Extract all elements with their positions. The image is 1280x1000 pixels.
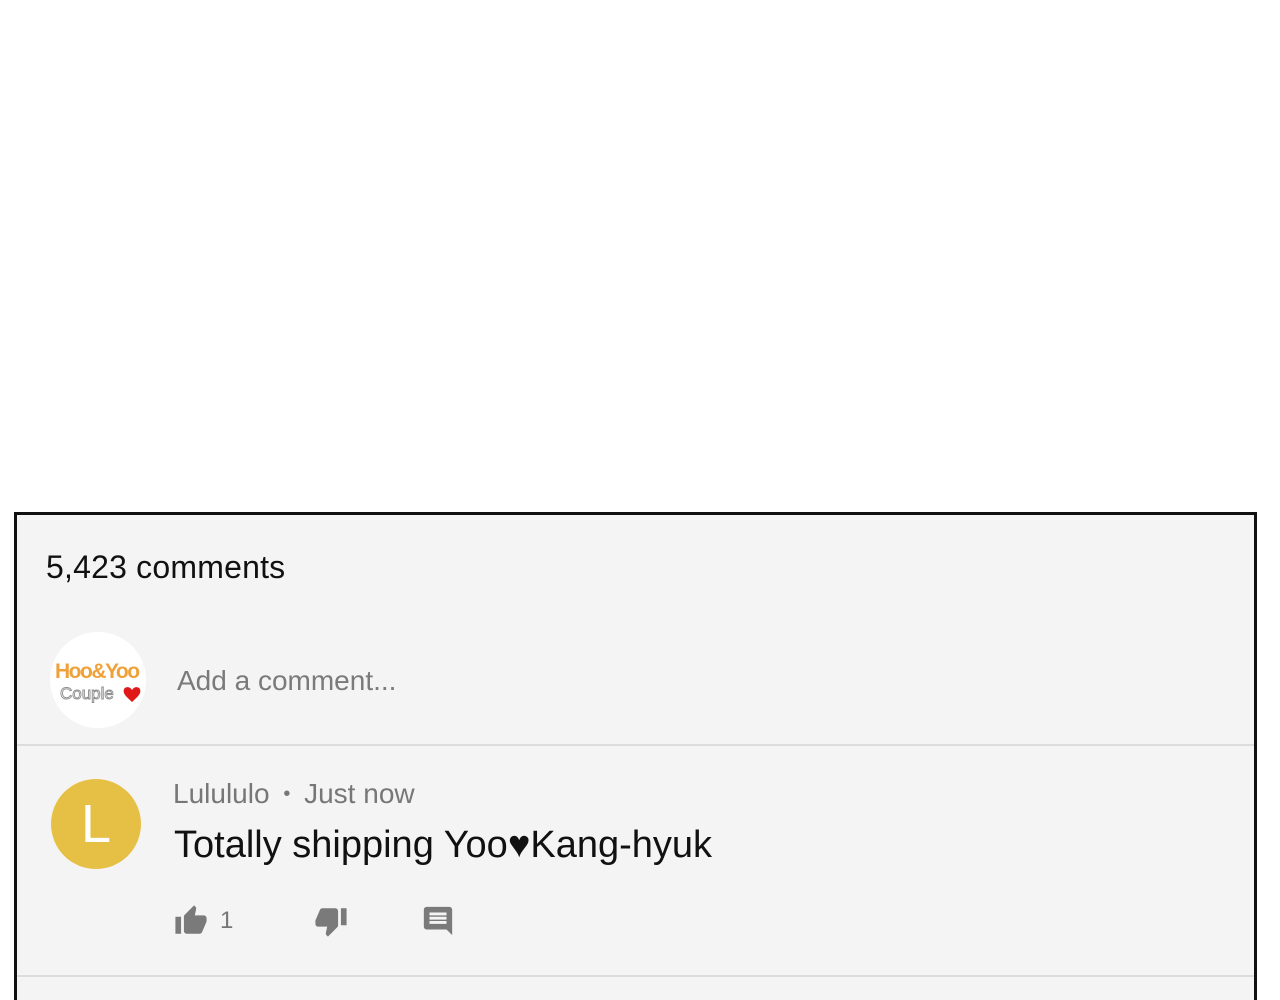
add-comment-input[interactable] [177,661,1077,701]
reply-button[interactable] [421,901,455,941]
comment-body: Totally shipping Yoo♥Kang-hyuk [174,824,713,866]
comment-meta: Lulululo • Just now [173,778,415,810]
comments-count: 5,423 comments [46,549,286,585]
thumbs-up-icon [175,905,207,934]
hoo-yoo-couple-logo-icon: Hoo&Yoo Couple [50,632,146,728]
meta-separator: • [283,783,291,805]
svg-text:Hoo&Yoo: Hoo&Yoo [55,660,139,683]
dislike-button[interactable] [314,901,348,941]
comments-panel: 5,423 comments Hoo&Yoo Couple L Lulululo… [14,512,1257,1000]
divider [17,975,1254,977]
comment-time: Just now [304,778,415,809]
logo-bottom-text: Couple [60,684,114,703]
like-button[interactable]: 1 [174,901,233,941]
like-count: 1 [220,907,234,934]
page: 5,423 comments Hoo&Yoo Couple L Lulululo… [0,0,1280,1000]
logo-top-text: Hoo&Yoo [55,660,139,683]
reply-comment-icon [423,906,453,936]
thumbs-down-icon [315,908,347,937]
user-avatar: Hoo&Yoo Couple [50,632,146,728]
add-comment-row: Hoo&Yoo Couple [17,627,1254,745]
comment-author[interactable]: Lulululo [173,778,270,809]
comment-item: L Lulululo • Just now Totally shipping Y… [17,746,1254,975]
commenter-avatar[interactable]: L [51,779,141,869]
